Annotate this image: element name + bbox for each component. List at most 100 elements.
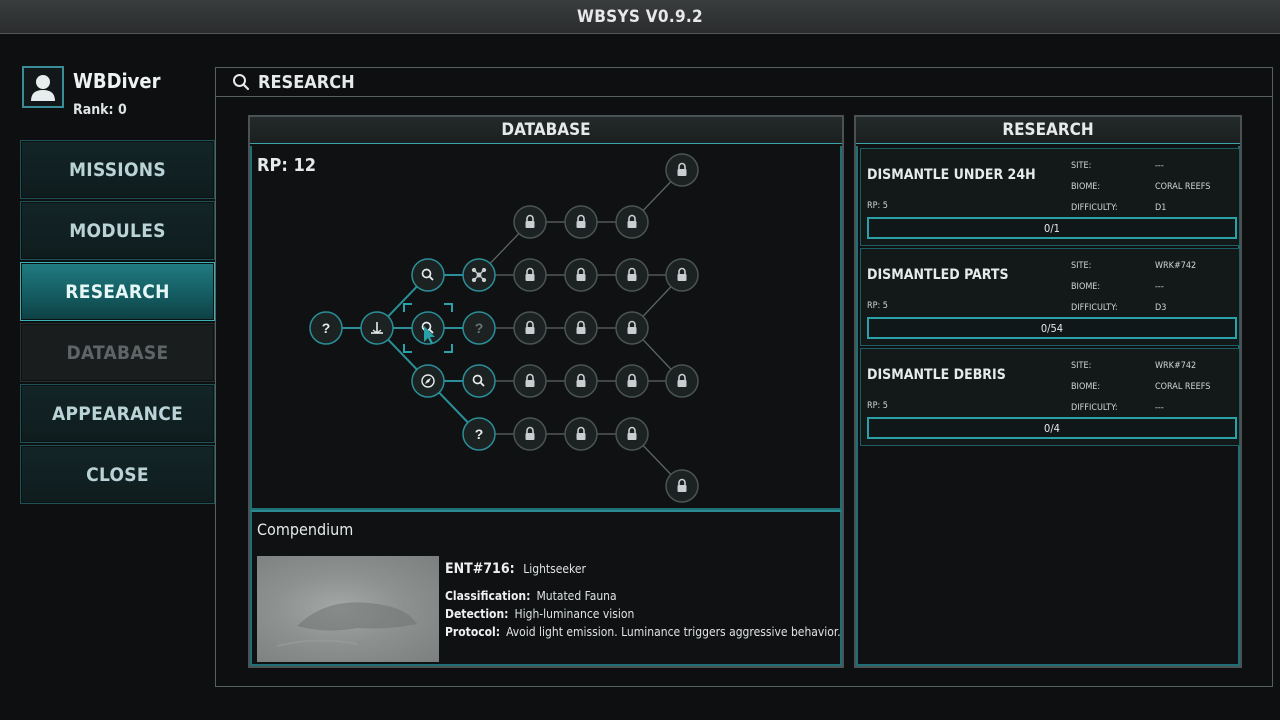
entity-id: ENT#716: xyxy=(445,561,515,577)
database-panel: DATABASE RP: 12 ? ? ? Compendium ENT#716… xyxy=(248,115,844,668)
tree-node-lock[interactable] xyxy=(564,205,598,239)
detection-label: Detection: xyxy=(445,607,509,621)
site-value: --- xyxy=(1155,161,1164,171)
task-progress: 0/1 xyxy=(867,217,1237,239)
detection-row: Detection: High-luminance vision xyxy=(445,607,634,621)
research-window: RESEARCH DATABASE RP: 12 ? ? ? Compendiu… xyxy=(215,67,1273,687)
page-title: RESEARCH xyxy=(258,71,355,93)
tree-node-lock[interactable] xyxy=(564,258,598,292)
player-rank: Rank: 0 xyxy=(73,102,127,118)
tree-node-lock[interactable] xyxy=(665,258,699,292)
research-tree: RP: 12 ? ? ? xyxy=(250,146,842,510)
tree-node-anchor[interactable] xyxy=(360,311,394,345)
tree-node-lock[interactable] xyxy=(615,311,649,345)
tree-node-lock[interactable] xyxy=(513,258,547,292)
research-panel: RESEARCH DISMANTLE UNDER 24H RP: 5 SITE:… xyxy=(854,115,1242,668)
task-progress: 0/54 xyxy=(867,317,1237,339)
tree-node-lock[interactable] xyxy=(665,153,699,187)
protocol-value: Avoid light emission. Luminance triggers… xyxy=(506,625,841,639)
tree-node-lock[interactable] xyxy=(564,417,598,451)
research-task[interactable]: DISMANTLE UNDER 24H RP: 5 SITE: --- BIOM… xyxy=(860,148,1240,246)
svg-text:?: ? xyxy=(475,320,484,336)
protocol-label: Protocol: xyxy=(445,625,501,639)
entity-header: ENT#716: Lightseeker xyxy=(445,558,586,577)
site-value: WRK#742 xyxy=(1155,361,1197,371)
tree-node-lock[interactable] xyxy=(564,364,598,398)
biome-label: BIOME: xyxy=(1071,382,1101,392)
entity-name: Lightseeker xyxy=(523,562,586,576)
tree-node-question[interactable]: ? xyxy=(309,311,343,345)
difficulty-label: DIFFICULTY: xyxy=(1071,303,1118,313)
tree-node-question[interactable]: ? xyxy=(462,311,496,345)
entity-image xyxy=(257,556,439,662)
biome-label: BIOME: xyxy=(1071,182,1101,192)
task-rp: RP: 5 xyxy=(867,401,888,411)
difficulty-label: DIFFICULTY: xyxy=(1071,203,1118,213)
close-button[interactable]: CLOSE xyxy=(20,445,215,504)
site-label: SITE: xyxy=(1071,361,1092,371)
search-icon xyxy=(233,74,250,91)
database-button[interactable]: DATABASE xyxy=(20,323,215,382)
tree-node-search[interactable] xyxy=(411,258,445,292)
modules-button[interactable]: MODULES xyxy=(20,201,215,260)
task-name: DISMANTLE UNDER 24H xyxy=(867,167,1036,183)
classification-label: Classification: xyxy=(445,589,531,603)
user-icon xyxy=(31,75,55,101)
question-icon: ? xyxy=(475,426,484,442)
tree-node-lock[interactable] xyxy=(513,311,547,345)
compendium-title: Compendium xyxy=(257,520,354,539)
research-task-list: DISMANTLE UNDER 24H RP: 5 SITE: --- BIOM… xyxy=(856,146,1240,666)
biome-value: CORAL REEFS xyxy=(1155,182,1211,192)
research-button[interactable]: RESEARCH xyxy=(20,262,215,321)
task-rp: RP: 5 xyxy=(867,301,888,311)
avatar xyxy=(22,66,64,108)
tree-node-lock[interactable] xyxy=(513,417,547,451)
research-task[interactable]: DISMANTLED PARTS RP: 5 SITE: WRK#742 BIO… xyxy=(860,248,1240,346)
tree-node-search[interactable] xyxy=(462,364,496,398)
tree-node-lock[interactable] xyxy=(513,205,547,239)
biome-label: BIOME: xyxy=(1071,282,1101,292)
difficulty-value: --- xyxy=(1155,403,1164,413)
svg-text:?: ? xyxy=(475,426,484,442)
classification-value: Mutated Fauna xyxy=(536,589,617,603)
tree-node-lock[interactable] xyxy=(615,205,649,239)
tree-node-question[interactable]: ? xyxy=(462,417,496,451)
tree-node-lock[interactable] xyxy=(665,469,699,503)
lightseeker-image xyxy=(276,602,417,647)
research-task[interactable]: DISMANTLE DEBRIS RP: 5 SITE: WRK#742 BIO… xyxy=(860,348,1240,446)
compendium: Compendium ENT#716: Lightseeker Classifi… xyxy=(250,510,842,666)
tree-node-compass[interactable] xyxy=(411,364,445,398)
site-label: SITE: xyxy=(1071,161,1092,171)
research-header: RESEARCH xyxy=(216,68,1272,97)
tree-node-search[interactable] xyxy=(411,311,445,345)
username: WBDiver xyxy=(73,69,161,93)
research-tree-graph: ? ? ? xyxy=(309,153,699,503)
database-heading: DATABASE xyxy=(250,117,842,144)
svg-text:?: ? xyxy=(322,320,331,336)
tree-node-lock[interactable] xyxy=(665,364,699,398)
biome-value: --- xyxy=(1155,282,1164,292)
tree-node-lock[interactable] xyxy=(615,417,649,451)
appearance-button[interactable]: APPEARANCE xyxy=(20,384,215,443)
research-heading: RESEARCH xyxy=(856,117,1240,144)
window-title: WBSYS V0.9.2 xyxy=(0,0,1280,34)
tree-node-lock[interactable] xyxy=(513,364,547,398)
detection-value: High-luminance vision xyxy=(514,607,635,621)
protocol-row: Protocol: Avoid light emission. Luminance… xyxy=(445,625,841,639)
tree-node-network[interactable] xyxy=(462,258,496,292)
tree-node-lock[interactable] xyxy=(615,258,649,292)
task-rp: RP: 5 xyxy=(867,201,888,211)
difficulty-value: D3 xyxy=(1155,303,1167,313)
difficulty-value: D1 xyxy=(1155,203,1167,213)
biome-value: CORAL REEFS xyxy=(1155,382,1211,392)
difficulty-label: DIFFICULTY: xyxy=(1071,403,1118,413)
task-name: DISMANTLED PARTS xyxy=(867,267,1009,283)
task-progress: 0/4 xyxy=(867,417,1237,439)
site-label: SITE: xyxy=(1071,261,1092,271)
main-menu: MISSIONS MODULES RESEARCH DATABASE APPEA… xyxy=(20,140,215,506)
missions-button[interactable]: MISSIONS xyxy=(20,140,215,199)
classification-row: Classification: Mutated Fauna xyxy=(445,589,617,603)
tree-node-lock[interactable] xyxy=(564,311,598,345)
question-icon: ? xyxy=(322,320,331,336)
tree-node-lock[interactable] xyxy=(615,364,649,398)
